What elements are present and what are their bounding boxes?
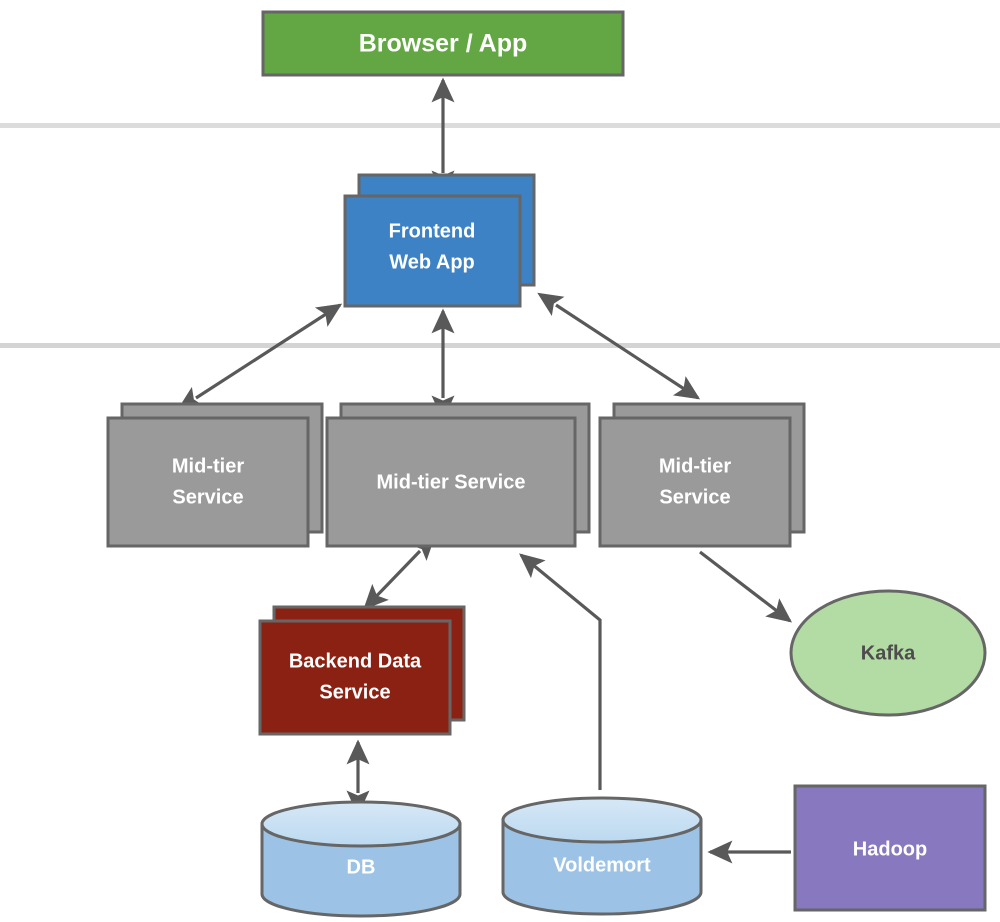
connector-frontend-to-mid-left — [177, 303, 343, 411]
hadoop-box[interactable] — [793, 784, 987, 912]
node-kafka[interactable]: Kafka — [789, 589, 987, 717]
node-voldemort[interactable]: Voldemort — [501, 796, 703, 916]
node-backend-data-service[interactable]: Backend Data Service — [258, 605, 466, 736]
node-mid-tier-service-left[interactable]: Mid-tier Service — [106, 402, 324, 548]
diagram-canvas: Browser / App Frontend Web App Mid-tier … — [0, 10, 1000, 918]
node-mid-tier-service-center[interactable]: Mid-tier Service — [325, 402, 591, 548]
node-frontend-web-app[interactable]: Frontend Web App — [343, 173, 536, 308]
browser-app-box[interactable] — [261, 10, 625, 77]
architecture-diagram: Browser / App Frontend Web App Mid-tier … — [0, 0, 1000, 922]
kafka-ellipse[interactable] — [789, 589, 987, 717]
node-hadoop[interactable]: Hadoop — [793, 784, 987, 912]
mid-tier-left-box[interactable] — [106, 416, 310, 548]
connector-voldemort-to-mid-center — [519, 553, 602, 790]
voldemort-cylinder-top — [501, 796, 703, 844]
client-tier-divider — [0, 123, 1000, 128]
mid-tier-center-box[interactable] — [325, 416, 577, 548]
connector-mid-center-to-backend — [363, 534, 436, 610]
connector-frontend-to-mid-right — [537, 292, 701, 400]
node-browser-app[interactable]: Browser / App — [261, 10, 625, 77]
frontend-web-app-box[interactable] — [343, 194, 522, 308]
mid-tier-right-box[interactable] — [598, 416, 792, 548]
frontend-tier-divider — [0, 343, 1000, 348]
connector-mid-right-to-kafka — [699, 550, 793, 623]
node-db[interactable]: DB — [260, 800, 462, 918]
db-cylinder-top — [260, 800, 462, 848]
backend-data-service-box[interactable] — [258, 619, 452, 736]
node-mid-tier-service-right[interactable]: Mid-tier Service — [598, 402, 806, 548]
